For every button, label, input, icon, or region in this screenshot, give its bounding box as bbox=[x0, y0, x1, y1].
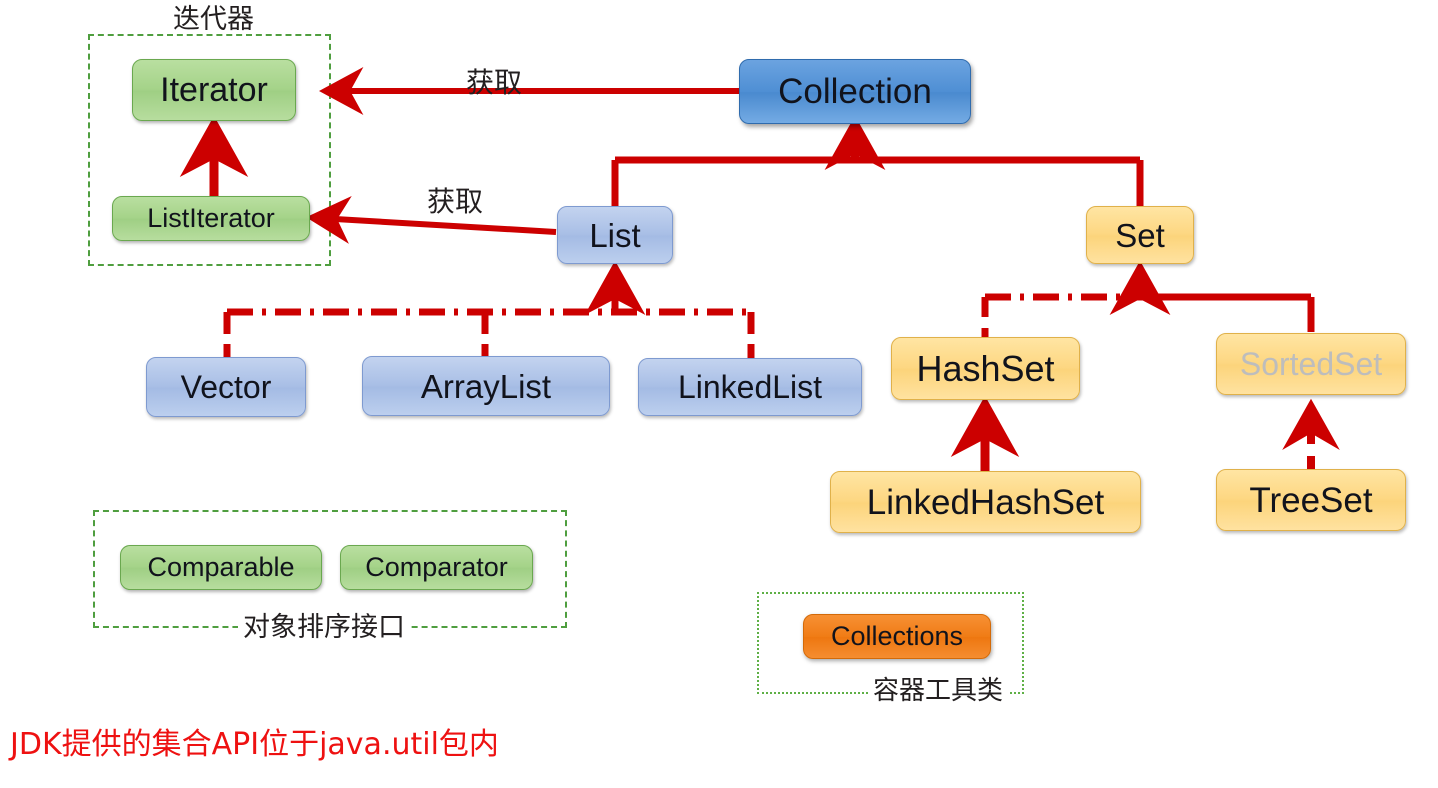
node-comparator-label: Comparator bbox=[365, 552, 508, 582]
edge-list-to-listiterator bbox=[306, 195, 557, 244]
node-iterator-label: Iterator bbox=[160, 71, 268, 109]
diagram-canvas: 迭代器 对象排序接口 容器工具类 获取 获取 Iterator ListIter… bbox=[0, 0, 1438, 788]
node-linkedhashset[interactable]: LinkedHashSet bbox=[830, 471, 1141, 533]
node-listiterator[interactable]: ListIterator bbox=[112, 196, 310, 241]
node-collection-label: Collection bbox=[778, 72, 932, 111]
node-list[interactable]: List bbox=[557, 206, 673, 264]
node-collections[interactable]: Collections bbox=[803, 614, 991, 659]
node-linkedlist[interactable]: LinkedList bbox=[638, 358, 862, 416]
node-arraylist-label: ArrayList bbox=[420, 367, 552, 405]
node-comparable[interactable]: Comparable bbox=[120, 545, 322, 590]
node-linkedlist-label: LinkedList bbox=[677, 369, 823, 405]
node-comparable-label: Comparable bbox=[147, 552, 295, 582]
node-iterator[interactable]: Iterator bbox=[132, 59, 296, 121]
node-sortedset[interactable]: SortedSet bbox=[1216, 333, 1406, 395]
footnote-java-util: JDK提供的集合API位于java.util包内 bbox=[10, 727, 499, 762]
group-label-iterator: 迭代器 bbox=[167, 6, 260, 33]
edge-label-collection-iterator: 获取 bbox=[466, 66, 523, 99]
node-sortedset-label: SortedSet bbox=[1239, 346, 1383, 382]
node-hashset-label: HashSet bbox=[916, 347, 1055, 389]
node-collections-label: Collections bbox=[830, 621, 964, 651]
node-hashset[interactable]: HashSet bbox=[891, 337, 1080, 400]
node-set-label: Set bbox=[1115, 216, 1165, 254]
node-set[interactable]: Set bbox=[1086, 206, 1194, 264]
group-label-collections: 容器工具类 bbox=[868, 678, 1009, 704]
node-listiterator-label: ListIterator bbox=[147, 203, 275, 233]
node-collection[interactable]: Collection bbox=[739, 59, 971, 124]
node-treeset-label: TreeSet bbox=[1249, 480, 1373, 520]
edge-label-list-listiterator: 获取 bbox=[427, 185, 484, 218]
node-list-label: List bbox=[589, 216, 641, 254]
group-label-comparator: 对象排序接口 bbox=[238, 614, 410, 641]
node-linkedhashset-label: LinkedHashSet bbox=[866, 482, 1105, 522]
node-comparator[interactable]: Comparator bbox=[340, 545, 533, 590]
node-treeset[interactable]: TreeSet bbox=[1216, 469, 1406, 531]
node-vector[interactable]: Vector bbox=[146, 357, 306, 417]
node-arraylist[interactable]: ArrayList bbox=[362, 356, 610, 416]
node-vector-label: Vector bbox=[180, 369, 272, 405]
